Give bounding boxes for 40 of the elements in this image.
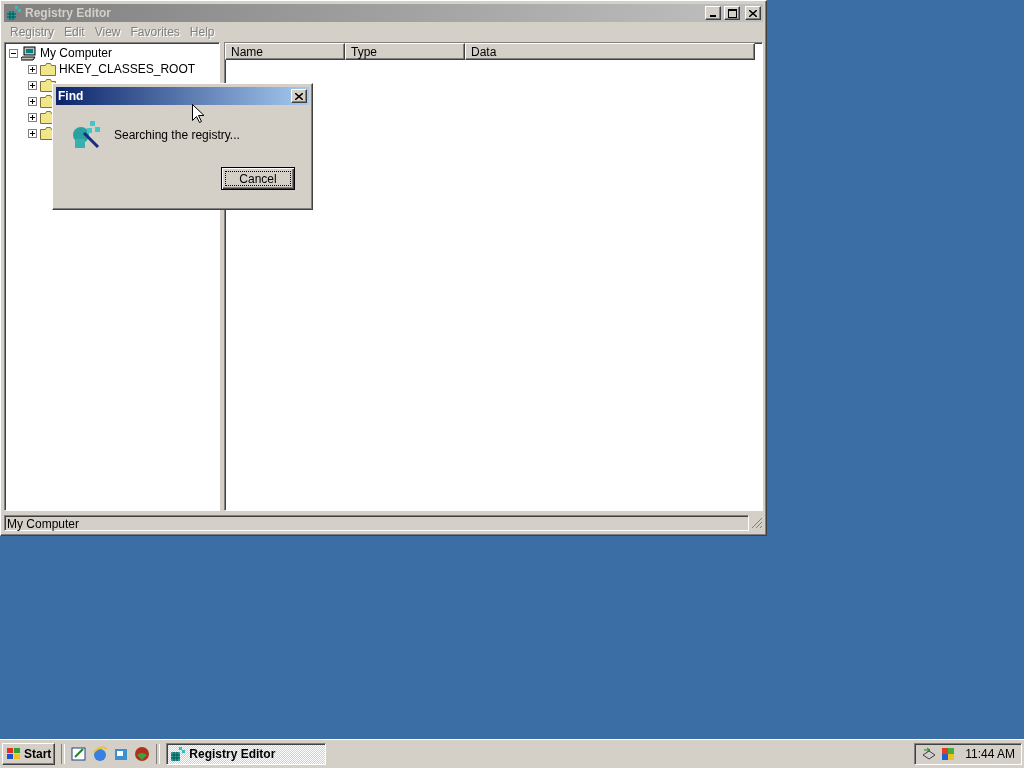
- expander-icon[interactable]: [28, 128, 37, 138]
- update-icon[interactable]: [940, 746, 956, 762]
- resize-grip-icon[interactable]: [751, 517, 763, 529]
- tree-item[interactable]: HKEY_CLASSES_ROOT: [59, 62, 196, 76]
- search-status-message: Searching the registry...: [114, 128, 240, 142]
- network-icon[interactable]: [921, 746, 937, 762]
- start-button[interactable]: Start: [2, 743, 56, 765]
- window-title: Registry Editor: [25, 6, 112, 20]
- clock: 11:44 AM: [965, 747, 1015, 761]
- registry-icon: [6, 5, 22, 21]
- expander-icon[interactable]: [28, 96, 37, 106]
- taskbar-task-button[interactable]: Registry Editor: [166, 743, 327, 765]
- dialog-title: Find: [58, 89, 85, 103]
- cancel-button[interactable]: Cancel: [221, 167, 295, 190]
- registry-icon: [170, 746, 187, 762]
- maximize-icon: [727, 8, 737, 18]
- expander-icon[interactable]: [28, 64, 37, 74]
- mouse-pointer-icon: [192, 104, 205, 124]
- mail-icon[interactable]: [113, 746, 130, 762]
- media-icon[interactable]: [134, 746, 151, 762]
- column-header[interactable]: Name: [225, 43, 345, 60]
- close-button[interactable]: [745, 6, 761, 20]
- browser-icon[interactable]: [92, 746, 109, 762]
- computer-icon: [21, 45, 37, 61]
- minimize-button[interactable]: [705, 6, 721, 20]
- close-icon: [749, 9, 757, 17]
- expander-icon[interactable]: [28, 112, 37, 122]
- close-button[interactable]: [291, 89, 307, 103]
- folder-icon: [40, 62, 56, 76]
- close-icon: [295, 92, 303, 100]
- column-header[interactable]: Data: [465, 43, 755, 60]
- registry-search-icon: [70, 119, 102, 151]
- maximize-button[interactable]: [724, 6, 740, 20]
- expander-icon[interactable]: [9, 48, 18, 58]
- status-bar: My Computer: [4, 515, 749, 531]
- desktop-icon[interactable]: [71, 746, 88, 762]
- expander-icon[interactable]: [28, 80, 37, 90]
- tree-item[interactable]: My Computer: [40, 46, 113, 60]
- column-header[interactable]: Type: [345, 43, 465, 60]
- windows-flag-icon: [6, 747, 22, 761]
